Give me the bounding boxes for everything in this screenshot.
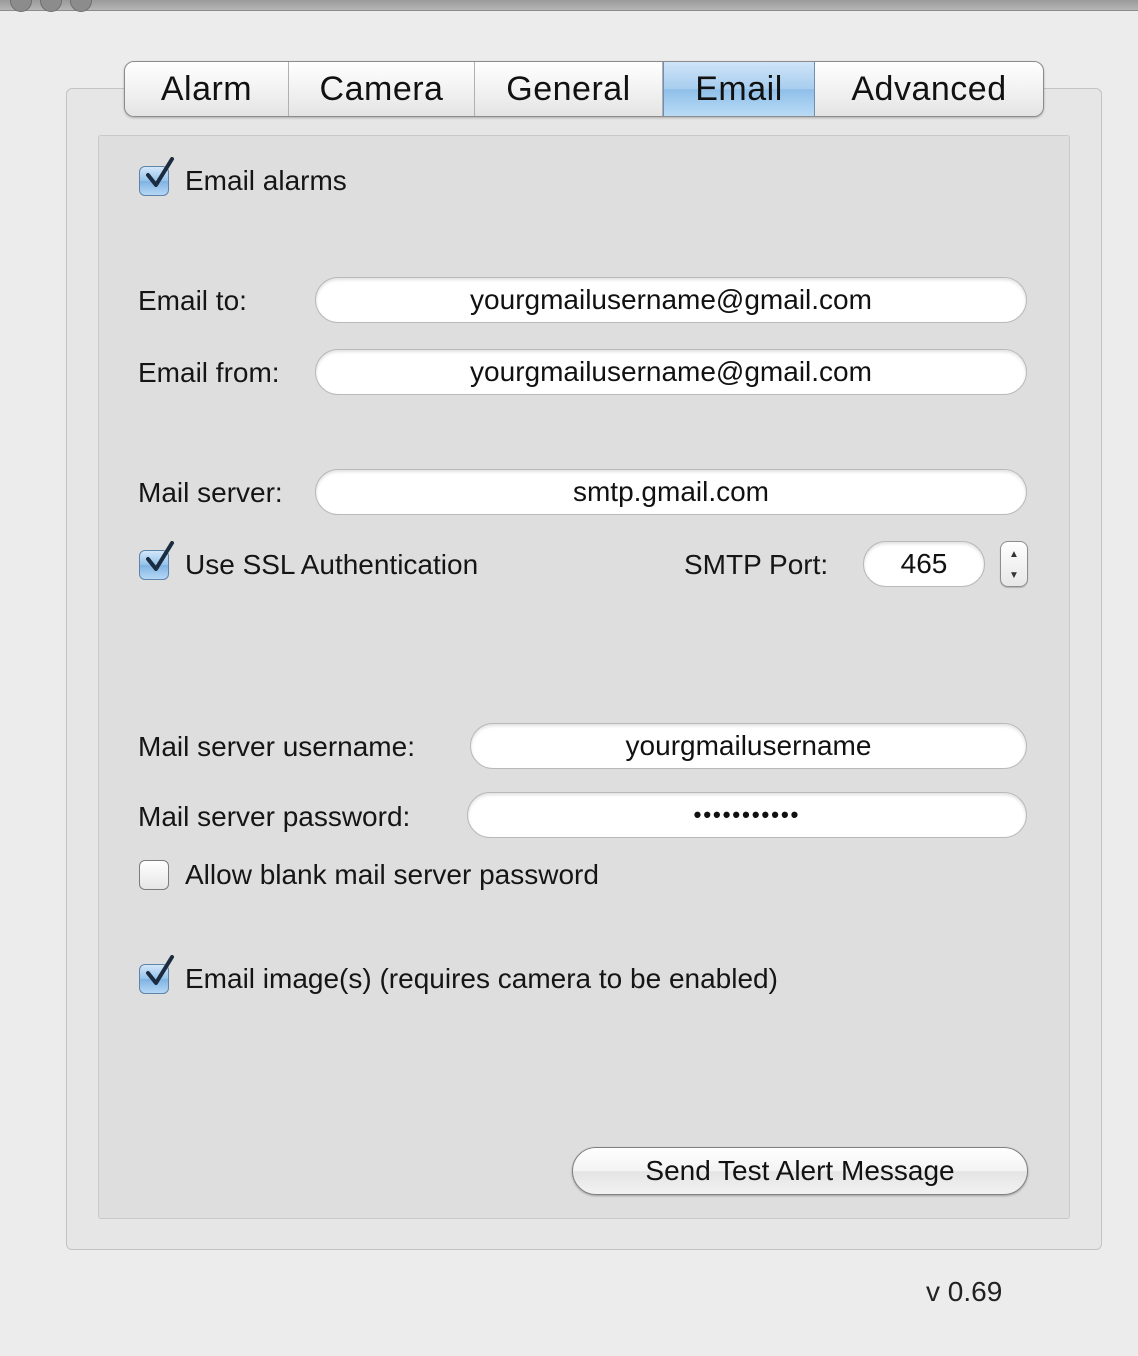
tab-camera[interactable]: Camera	[289, 62, 475, 116]
stepper-down-icon[interactable]: ▼	[1001, 564, 1027, 586]
mail-server-password-label: Mail server password:	[138, 801, 411, 832]
checkmark-icon	[146, 541, 174, 571]
mail-server-username-label: Mail server username:	[138, 731, 415, 762]
smtp-port-stepper[interactable]: ▲ ▼	[1000, 541, 1028, 587]
use-ssl-checkbox-row[interactable]: Use SSL Authentication	[139, 541, 479, 581]
tab-general[interactable]: General	[475, 62, 663, 116]
email-to-field[interactable]: yourgmailusername@gmail.com	[315, 277, 1027, 323]
checkmark-icon	[146, 157, 174, 187]
email-alarms-checkbox[interactable]	[139, 157, 174, 196]
allow-blank-password-checkbox[interactable]	[139, 860, 169, 890]
email-alarms-checkbox-row[interactable]: Email alarms	[139, 157, 347, 197]
close-window-button[interactable]	[10, 0, 32, 12]
email-to-label: Email to:	[138, 285, 247, 316]
email-images-checkbox-row[interactable]: Email image(s) (requires camera to be en…	[139, 955, 778, 995]
tab-bar: Alarm Camera General Email Advanced	[124, 61, 1044, 117]
mail-server-username-field[interactable]: yourgmailusername	[470, 723, 1027, 769]
checkmark-icon	[146, 955, 174, 985]
email-from-label: Email from:	[138, 357, 280, 388]
smtp-port-label: SMTP Port:	[684, 549, 829, 580]
tab-alarm[interactable]: Alarm	[125, 62, 289, 116]
email-images-label: Email image(s) (requires camera to be en…	[185, 963, 778, 994]
mail-server-field[interactable]: smtp.gmail.com	[315, 469, 1027, 515]
version-label: v 0.69	[926, 1276, 1003, 1307]
stepper-up-icon[interactable]: ▲	[1001, 543, 1027, 565]
mail-server-label: Mail server:	[138, 477, 283, 508]
window-title-bar	[0, 0, 1138, 12]
smtp-port-field[interactable]: 465	[863, 541, 985, 587]
minimize-window-button[interactable]	[40, 0, 62, 12]
use-ssl-label: Use SSL Authentication	[185, 549, 479, 580]
allow-blank-password-label: Allow blank mail server password	[185, 859, 599, 890]
email-from-field[interactable]: yourgmailusername@gmail.com	[315, 349, 1027, 395]
send-test-alert-button[interactable]: Send Test Alert Message	[572, 1147, 1028, 1195]
tab-advanced[interactable]: Advanced	[815, 62, 1043, 116]
use-ssl-checkbox[interactable]	[139, 541, 174, 580]
zoom-window-button[interactable]	[70, 0, 92, 12]
allow-blank-password-checkbox-row[interactable]: Allow blank mail server password	[139, 859, 599, 891]
mail-server-password-field[interactable]: •••••••••••	[467, 792, 1027, 838]
email-images-checkbox[interactable]	[139, 955, 174, 994]
tab-email[interactable]: Email	[663, 62, 815, 116]
email-alarms-label: Email alarms	[185, 165, 347, 196]
